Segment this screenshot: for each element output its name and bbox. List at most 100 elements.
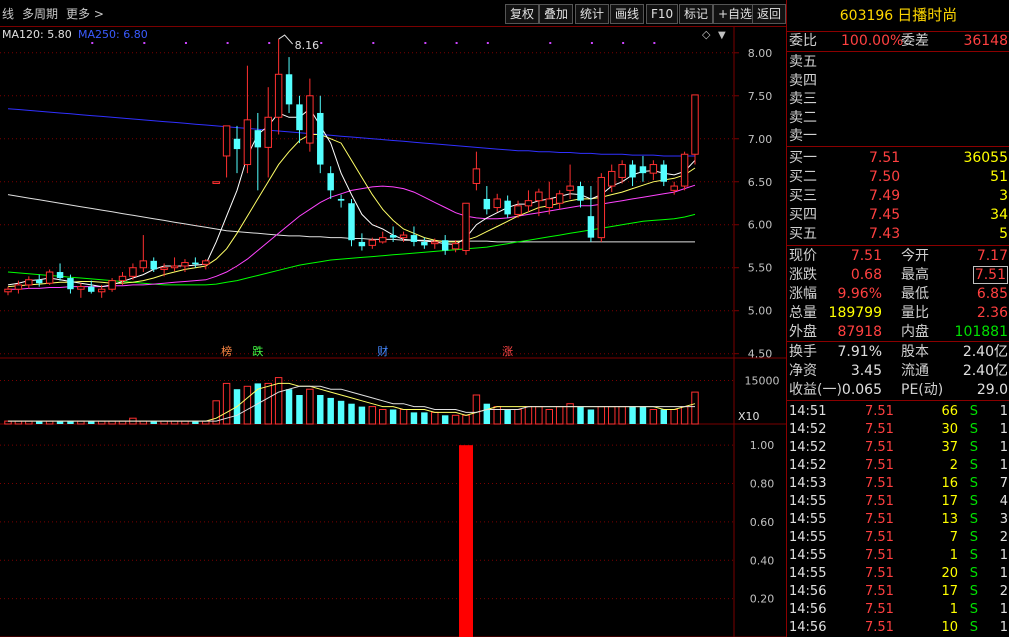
- candle[interactable]: [45, 269, 54, 285]
- candle[interactable]: [337, 194, 345, 208]
- quote-label: 最低: [901, 286, 929, 302]
- stat-row-2: 收益(一) 0.065 PE(动) 29.0: [787, 381, 1009, 399]
- candle[interactable]: [254, 112, 262, 191]
- candle[interactable]: [649, 160, 658, 181]
- buy-price: 7.45: [869, 207, 901, 223]
- candle[interactable]: [296, 95, 303, 144]
- event-marker[interactable]: 涨: [502, 345, 513, 358]
- candle[interactable]: [306, 78, 314, 152]
- candle[interactable]: [660, 160, 667, 187]
- trade-price: 7.51: [865, 602, 894, 617]
- tick-trade-row[interactable]: 14:51 7.51 66 S 1: [787, 403, 1009, 421]
- tick-trade-row[interactable]: 14:55 7.51 7 S 2: [787, 529, 1009, 547]
- candle[interactable]: [524, 190, 533, 212]
- candle[interactable]: [421, 237, 428, 249]
- chart-menu-icon[interactable]: ▼: [718, 30, 726, 41]
- quote-label: 现价: [789, 248, 817, 264]
- candle[interactable]: [243, 65, 252, 174]
- buy-label: 买二: [789, 169, 817, 185]
- event-marker[interactable]: 榜: [221, 344, 232, 358]
- candle[interactable]: [504, 195, 511, 218]
- candle[interactable]: [691, 94, 699, 165]
- candle[interactable]: [233, 125, 241, 174]
- trade-count: 1: [999, 602, 1008, 617]
- quote-value: 7.17: [976, 248, 1008, 264]
- volume-bar: [670, 409, 678, 425]
- kline-chart[interactable]: 8.00 7.50 7.00 6.50 6.00 5.50 5.00 4.50 15000 1.0…: [0, 0, 786, 637]
- tick-trade-row[interactable]: 14:55 7.51 17 S 4: [787, 493, 1009, 511]
- candle[interactable]: [577, 181, 584, 208]
- tick-trade-row[interactable]: 14:53 7.51 16 S 7: [787, 475, 1009, 493]
- chart-collapse-icon[interactable]: ◇: [702, 28, 711, 41]
- candle[interactable]: [462, 202, 470, 255]
- candle[interactable]: [56, 263, 64, 281]
- candle[interactable]: [587, 186, 595, 242]
- event-marker[interactable]: 跌: [252, 344, 263, 358]
- tick-trade-row[interactable]: 14:55 7.51 20 S 1: [787, 565, 1009, 583]
- candle[interactable]: [597, 173, 606, 242]
- trade-count: 1: [999, 566, 1008, 581]
- candle[interactable]: [88, 280, 95, 294]
- candle[interactable]: [36, 274, 43, 287]
- trade-price: 7.51: [865, 476, 894, 491]
- trade-time: 14:55: [789, 566, 827, 581]
- volume-tick-label: 15000: [745, 375, 780, 388]
- indicator-tick-label: 0.40: [750, 554, 775, 567]
- tick-trade-row[interactable]: 14:56 7.51 17 S 2: [787, 583, 1009, 601]
- tick-trade-row[interactable]: 14:55 7.51 13 S 3: [787, 511, 1009, 529]
- candle[interactable]: [317, 95, 324, 174]
- candle[interactable]: [150, 257, 157, 273]
- candle[interactable]: [25, 276, 33, 289]
- candle[interactable]: [493, 193, 501, 212]
- trade-time: 14:55: [789, 512, 827, 527]
- quote-label: 今开: [901, 248, 929, 264]
- candle[interactable]: [639, 155, 647, 182]
- ma250-legend: MA250: 6.80: [78, 28, 148, 41]
- candle[interactable]: [410, 226, 418, 247]
- trade-count: 1: [999, 440, 1008, 455]
- candle[interactable]: [264, 87, 272, 178]
- candle[interactable]: [274, 39, 283, 135]
- tick-trade-row[interactable]: 14:56 7.51 1 S 1: [787, 601, 1009, 619]
- candle[interactable]: [441, 235, 449, 255]
- candle[interactable]: [285, 57, 293, 113]
- signal-dot: [372, 42, 375, 44]
- chart-area[interactable]: 线 多周期 更多 > 复权 叠加 统计 画线 F10 标记 +自选 返回 8.0…: [0, 0, 787, 637]
- candle[interactable]: [483, 186, 491, 215]
- candle[interactable]: [472, 151, 481, 191]
- candle[interactable]: [680, 151, 689, 191]
- candle[interactable]: [348, 198, 355, 247]
- candle[interactable]: [170, 257, 179, 272]
- candle[interactable]: [327, 166, 334, 199]
- candle[interactable]: [379, 231, 387, 244]
- candle[interactable]: [212, 181, 220, 184]
- trade-volume: 2: [949, 458, 958, 473]
- trade-side: S: [969, 602, 978, 617]
- tick-trade-row[interactable]: 14:55 7.51 1 S 1: [787, 547, 1009, 565]
- candle[interactable]: [192, 257, 199, 268]
- price-tick-label: 5.50: [748, 262, 773, 275]
- tick-trade-row[interactable]: 14:52 7.51 2 S 1: [787, 457, 1009, 475]
- trade-count: 1: [999, 458, 1008, 473]
- quote-value: 189799: [828, 305, 882, 321]
- quote-row-2: 涨幅 9.96% 最低 6.85: [787, 285, 1009, 303]
- candle[interactable]: [139, 235, 148, 273]
- signal-dot: [184, 42, 187, 44]
- tick-trade-row[interactable]: 14:52 7.51 30 S 1: [787, 421, 1009, 439]
- candle[interactable]: [358, 233, 366, 251]
- event-marker[interactable]: 财: [377, 344, 388, 358]
- quote-label: 涨跌: [789, 267, 817, 283]
- indicator-bar[interactable]: [459, 445, 473, 637]
- candle[interactable]: [555, 190, 564, 210]
- tick-trade-row[interactable]: 14:52 7.51 37 S 1: [787, 439, 1009, 457]
- trade-time: 14:52: [789, 422, 827, 437]
- candle[interactable]: [222, 125, 231, 178]
- sell-label: 卖二: [789, 109, 817, 126]
- stat-value: 2.40亿: [962, 344, 1008, 360]
- stat-label: 净资: [789, 363, 817, 379]
- tick-trade-row[interactable]: 14:56 7.51 10 S 1: [787, 619, 1009, 637]
- candle[interactable]: [77, 283, 85, 298]
- candle[interactable]: [629, 160, 636, 187]
- sell-level-3: 卖三: [787, 90, 1009, 108]
- candle[interactable]: [4, 286, 12, 296]
